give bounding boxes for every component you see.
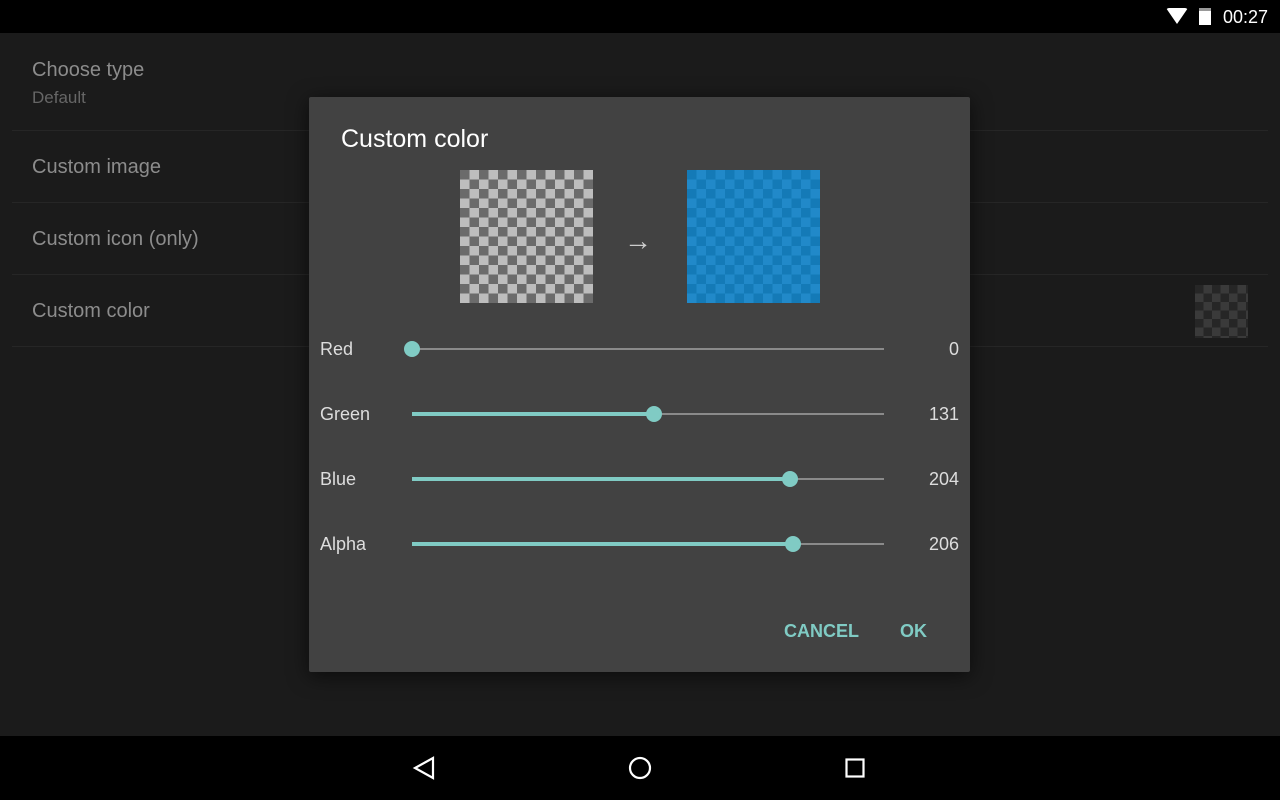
status-bar: 00:27 bbox=[0, 0, 1280, 33]
slider-thumb[interactable] bbox=[404, 341, 420, 357]
custom-color-dialog: Custom color → Red 0 Green 131 Blue 204 Alp… bbox=[309, 97, 970, 672]
navigation-bar bbox=[0, 736, 1280, 800]
slider-value: 204 bbox=[928, 469, 959, 489]
slider-row-alpha: Alpha 206 bbox=[309, 529, 970, 559]
ok-button[interactable]: OK bbox=[900, 621, 927, 642]
slider-row-green: Green 131 bbox=[309, 399, 970, 429]
setting-subtitle: Default bbox=[32, 88, 86, 107]
red-slider[interactable] bbox=[404, 341, 884, 357]
setting-title: Custom image bbox=[32, 156, 161, 178]
setting-title: Custom color bbox=[32, 300, 150, 322]
slider-row-blue: Blue 204 bbox=[309, 464, 970, 494]
slider-value: 131 bbox=[928, 404, 959, 424]
new-color-preview bbox=[687, 170, 820, 303]
slider-label: Green bbox=[320, 404, 371, 424]
slider-fill bbox=[412, 542, 794, 546]
arrow-icon: → bbox=[624, 225, 652, 256]
slider-thumb[interactable] bbox=[781, 471, 798, 487]
slider-label: Red bbox=[320, 339, 354, 359]
slider-thumb[interactable] bbox=[646, 406, 663, 422]
clock: 00:27 bbox=[1222, 7, 1268, 27]
recents-icon[interactable] bbox=[845, 758, 865, 778]
slider-thumb[interactable] bbox=[785, 536, 802, 552]
dialog-title: Custom color bbox=[341, 125, 489, 153]
slider-value: 206 bbox=[928, 534, 959, 554]
cancel-button[interactable]: CANCEL bbox=[784, 621, 859, 642]
slider-fill bbox=[412, 412, 655, 416]
green-slider[interactable] bbox=[412, 406, 884, 422]
home-icon[interactable] bbox=[628, 756, 652, 780]
alpha-slider[interactable] bbox=[412, 536, 884, 552]
slider-label: Alpha bbox=[320, 534, 367, 554]
setting-title: Choose type bbox=[32, 59, 145, 81]
slider-fill bbox=[412, 477, 790, 481]
old-color-preview bbox=[460, 170, 593, 303]
battery-icon bbox=[1199, 8, 1211, 25]
color-swatch bbox=[1195, 285, 1248, 338]
wifi-icon bbox=[1166, 8, 1188, 24]
slider-value: 0 bbox=[948, 339, 959, 359]
setting-title: Custom icon (only) bbox=[32, 228, 199, 250]
back-icon[interactable] bbox=[412, 756, 436, 780]
slider-row-red: Red 0 bbox=[309, 334, 970, 364]
blue-slider[interactable] bbox=[412, 471, 884, 487]
slider-label: Blue bbox=[320, 469, 357, 489]
